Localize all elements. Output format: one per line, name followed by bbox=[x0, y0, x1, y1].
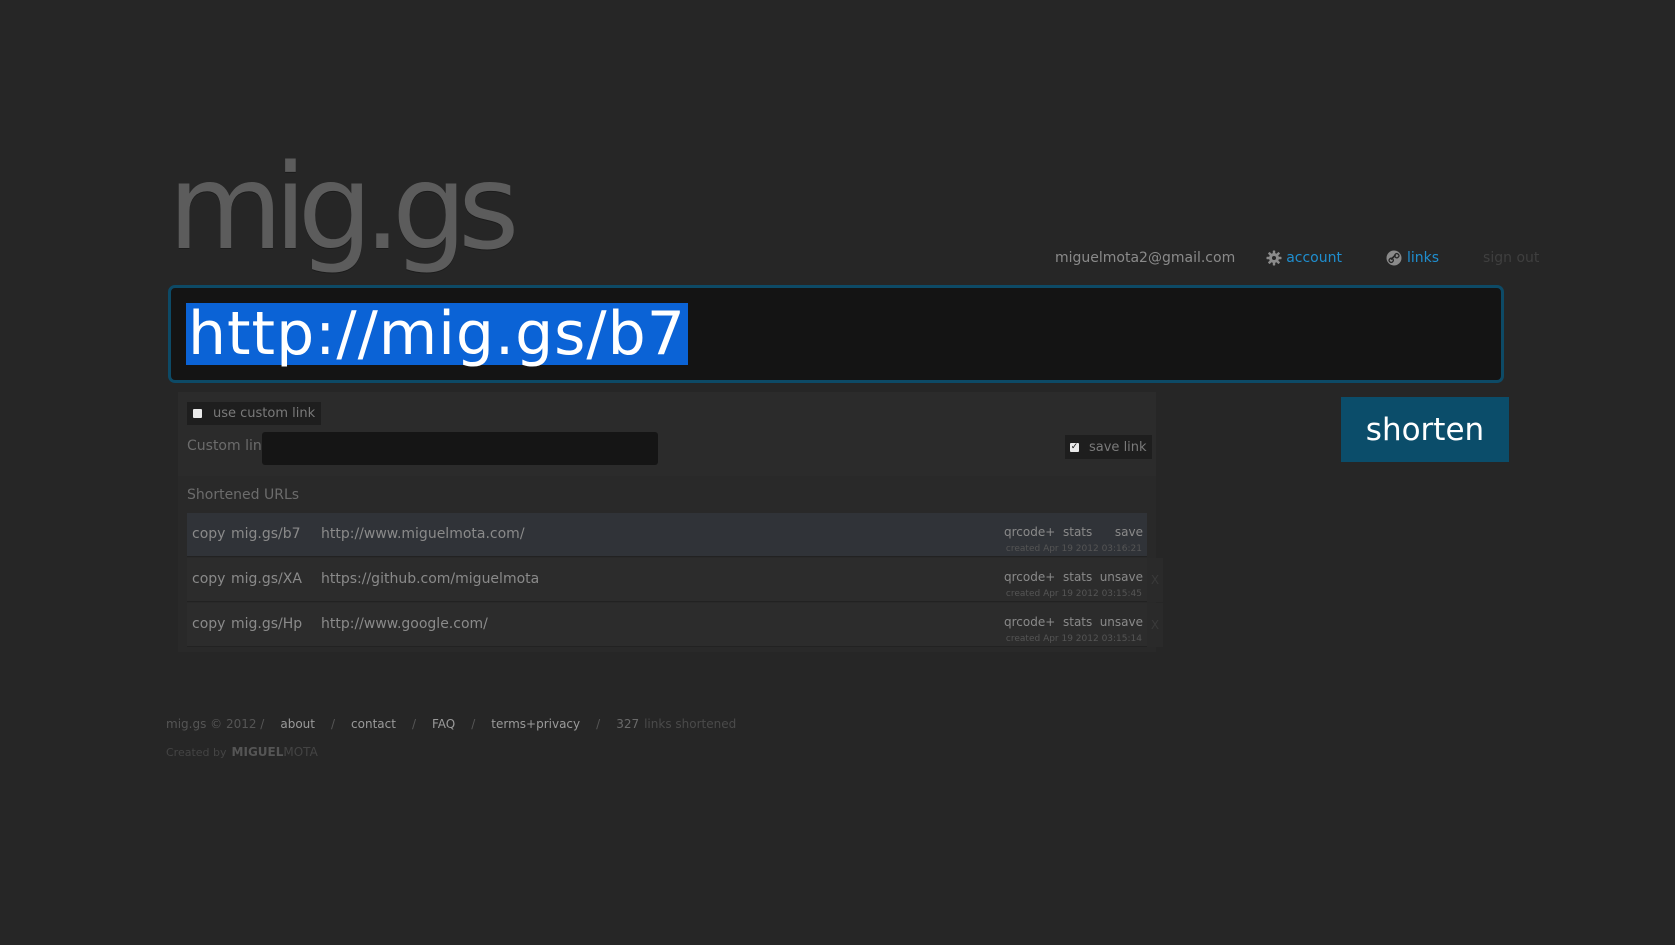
checkbox-checked-icon[interactable]: ✓ bbox=[1070, 442, 1079, 452]
custom-link-input[interactable] bbox=[262, 432, 658, 465]
created-timestamp: created Apr 19 2012 03:16:21 bbox=[1005, 544, 1142, 554]
delete-button[interactable]: X bbox=[1147, 558, 1163, 602]
links-count: 327 bbox=[616, 717, 640, 731]
long-url-link[interactable]: https://github.com/miguelmota bbox=[321, 571, 539, 587]
top-nav: miguelmota2@gmail.com account links sign… bbox=[1055, 248, 1539, 268]
url-input-box[interactable]: http://mig.gs/b7 bbox=[168, 285, 1504, 383]
account-label: account bbox=[1286, 250, 1342, 266]
long-url-link[interactable]: http://www.miguelmota.com/ bbox=[321, 526, 525, 542]
footer-separator: / bbox=[596, 717, 601, 731]
link-icon bbox=[1386, 250, 1403, 267]
links-link[interactable]: links bbox=[1386, 250, 1439, 267]
faq-link[interactable]: FAQ bbox=[432, 717, 455, 731]
qrcode-button[interactable]: qrcode+ bbox=[1004, 525, 1055, 539]
shortened-urls-title: Shortened URLs bbox=[187, 487, 300, 503]
created-timestamp: created Apr 19 2012 03:15:14 bbox=[1005, 634, 1142, 644]
stats-button[interactable]: stats bbox=[1063, 615, 1092, 629]
copy-button[interactable]: copy bbox=[192, 616, 225, 632]
save-link-toggle[interactable]: ✓ save link bbox=[1065, 435, 1152, 459]
footer: mig.gs © 2012 / about / contact / FAQ / … bbox=[166, 717, 736, 731]
save-button[interactable]: save bbox=[1115, 525, 1143, 539]
links-count-label: links shortened bbox=[644, 717, 737, 731]
url-row: copy mig.gs/b7 http://www.miguelmota.com… bbox=[187, 513, 1147, 557]
links-label: links bbox=[1406, 250, 1440, 266]
stats-button[interactable]: stats bbox=[1063, 570, 1092, 584]
footer-separator: / bbox=[330, 717, 336, 731]
short-url-link[interactable]: mig.gs/XA bbox=[231, 571, 302, 587]
author-credit: Created by MIGUEL MOTA bbox=[166, 745, 318, 759]
save-link-label: save link bbox=[1089, 439, 1147, 455]
delete-button[interactable]: X bbox=[1147, 603, 1163, 647]
sign-out-link[interactable]: sign out bbox=[1483, 250, 1539, 266]
terms-privacy-link[interactable]: terms+privacy bbox=[491, 717, 580, 731]
gear-icon bbox=[1265, 250, 1282, 267]
created-by-label: Created by bbox=[166, 746, 227, 759]
url-row: copy mig.gs/XA https://github.com/miguel… bbox=[187, 558, 1147, 602]
url-input[interactable] bbox=[171, 288, 1501, 380]
created-timestamp: created Apr 19 2012 03:15:45 bbox=[1005, 589, 1142, 599]
copyright: mig.gs © 2012 / bbox=[166, 717, 265, 731]
use-custom-link-label: use custom link bbox=[213, 406, 316, 421]
shorten-button[interactable]: shorten bbox=[1341, 397, 1509, 462]
stats-button[interactable]: stats bbox=[1063, 525, 1092, 539]
author-name-first[interactable]: MIGUEL bbox=[232, 745, 284, 759]
footer-separator: / bbox=[411, 717, 416, 731]
footer-separator: / bbox=[471, 717, 476, 731]
user-email: miguelmota2@gmail.com bbox=[1055, 250, 1236, 266]
short-url-link[interactable]: mig.gs/b7 bbox=[231, 526, 301, 542]
long-url-link[interactable]: http://www.google.com/ bbox=[321, 616, 488, 632]
checkbox-unchecked-icon[interactable] bbox=[193, 409, 202, 418]
contact-link[interactable]: contact bbox=[351, 717, 396, 731]
qrcode-button[interactable]: qrcode+ bbox=[1004, 615, 1055, 629]
custom-link-label: Custom link bbox=[187, 438, 270, 454]
copy-button[interactable]: copy bbox=[192, 526, 225, 542]
account-link[interactable]: account bbox=[1265, 250, 1342, 267]
options-bar: use custom link Custom link ✓ save link bbox=[178, 392, 1156, 476]
qrcode-button[interactable]: qrcode+ bbox=[1004, 570, 1055, 584]
unsave-button[interactable]: unsave bbox=[1100, 615, 1143, 629]
about-link[interactable]: about bbox=[280, 717, 315, 731]
links-panel: use custom link Custom link ✓ save link … bbox=[178, 392, 1163, 652]
logo: mig.gs bbox=[168, 138, 520, 276]
short-url-link[interactable]: mig.gs/Hp bbox=[231, 616, 302, 632]
use-custom-link-toggle[interactable]: use custom link bbox=[187, 402, 322, 425]
copy-button[interactable]: copy bbox=[192, 571, 225, 587]
url-row: copy mig.gs/Hp http://www.google.com/ qr… bbox=[187, 603, 1147, 647]
author-name-last[interactable]: MOTA bbox=[283, 745, 317, 759]
unsave-button[interactable]: unsave bbox=[1100, 570, 1143, 584]
